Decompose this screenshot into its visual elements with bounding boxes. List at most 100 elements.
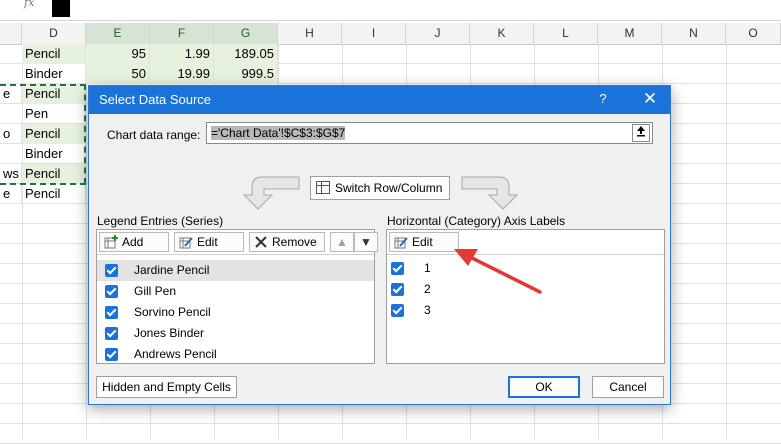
cell-d[interactable]: Pen: [22, 104, 86, 124]
series-checkbox[interactable]: [105, 348, 118, 361]
chart-data-range-label: Chart data range:: [107, 128, 201, 142]
column-header-m[interactable]: M: [598, 23, 662, 44]
edit-icon: [179, 237, 193, 249]
series-checkbox[interactable]: [105, 327, 118, 340]
edit-axis-labels-label: Edit: [412, 235, 433, 249]
series-item[interactable]: Gill Pen: [97, 281, 374, 302]
edit-series-label: Edit: [197, 235, 218, 249]
series-label: Jones Binder: [134, 326, 205, 340]
cell-d[interactable]: Binder: [22, 64, 86, 84]
cell-d[interactable]: Binder: [22, 144, 86, 164]
series-checkbox[interactable]: [105, 306, 118, 319]
category-checkbox[interactable]: [391, 304, 404, 317]
move-up-icon: ▲: [336, 235, 348, 249]
move-down-icon: ▼: [360, 235, 372, 249]
category-checkbox[interactable]: [391, 262, 404, 275]
cell-d[interactable]: Pencil: [22, 184, 86, 204]
edit-series-button[interactable]: Edit: [174, 232, 244, 252]
switch-row-column-button[interactable]: Switch Row/Column: [310, 176, 450, 200]
chart-data-range-value: ='Chart Data'!$C$3:$G$7: [211, 126, 346, 140]
legend-entries-label: Legend Entries (Series): [97, 214, 224, 228]
cell-d[interactable]: Pencil: [22, 84, 86, 104]
column-header-k[interactable]: K: [470, 23, 534, 44]
legend-entries-panel: Add Edit Remove ▲ ▼ Jardine Pencil Gill …: [96, 229, 378, 365]
hidden-empty-cells-button[interactable]: Hidden and Empty Cells: [96, 376, 237, 398]
axis-toolbar: Edit: [387, 230, 664, 255]
column-header-l[interactable]: L: [534, 23, 598, 44]
cell-c-fragment[interactable]: e: [0, 84, 22, 104]
column-header-g[interactable]: G: [214, 23, 278, 44]
table-row: Pencil 95 1.99 189.05: [0, 44, 781, 64]
help-button[interactable]: ?: [593, 89, 613, 109]
copy-selection-border: [84, 84, 86, 184]
series-item[interactable]: Sorvino Pencil: [97, 302, 374, 323]
category-label: 2: [424, 282, 431, 296]
series-item[interactable]: Jones Binder: [97, 323, 374, 344]
column-header-d[interactable]: D: [22, 23, 86, 44]
name-box-fragment: [52, 0, 70, 17]
category-checkbox[interactable]: [391, 283, 404, 296]
cell-c-fragment[interactable]: e: [0, 184, 22, 204]
column-headers: D E F G H I J K L M N O: [0, 23, 781, 45]
column-header-e[interactable]: E: [86, 23, 150, 44]
left-curved-arrow-icon: [242, 176, 300, 210]
cancel-button[interactable]: Cancel: [592, 376, 664, 398]
copy-selection-border: [0, 84, 86, 86]
ok-label: OK: [535, 380, 553, 394]
series-label: Sorvino Pencil: [134, 305, 211, 319]
dialog-titlebar[interactable]: Select Data Source ? ✕: [89, 86, 670, 114]
category-item[interactable]: 3: [387, 300, 664, 321]
add-series-label: Add: [122, 235, 144, 249]
edit-axis-labels-button[interactable]: Edit: [389, 232, 459, 252]
cell-c-fragment[interactable]: o: [0, 124, 22, 144]
switch-row-column-label: Switch Row/Column: [335, 181, 443, 195]
cell-g[interactable]: 189.05: [214, 44, 278, 64]
category-label: 1: [424, 261, 431, 275]
category-item[interactable]: 2: [387, 279, 664, 300]
add-series-button[interactable]: Add: [99, 232, 169, 252]
remove-icon: [255, 236, 267, 248]
move-down-button[interactable]: ▼: [354, 232, 378, 252]
collapse-arrow-icon: [637, 126, 645, 137]
axis-labels-panel: Edit 1 2 3: [386, 229, 665, 364]
column-header-i[interactable]: I: [342, 23, 406, 44]
series-label: Gill Pen: [134, 284, 177, 298]
copy-selection-border: [0, 183, 86, 185]
dialog-title: Select Data Source: [99, 92, 212, 107]
cell-f[interactable]: 19.99: [150, 64, 214, 84]
table-row: [0, 424, 781, 444]
series-checkbox[interactable]: [105, 264, 118, 277]
collapse-dialog-button[interactable]: [632, 124, 650, 142]
series-checkbox[interactable]: [105, 285, 118, 298]
cell-e[interactable]: 95: [86, 44, 150, 64]
axis-labels-label: Horizontal (Category) Axis Labels: [387, 214, 566, 228]
column-header-prev[interactable]: [0, 23, 22, 44]
remove-series-label: Remove: [272, 235, 317, 249]
formula-bar: fx: [0, 0, 781, 21]
ok-button[interactable]: OK: [508, 376, 580, 398]
category-label: 3: [424, 303, 431, 317]
column-header-h[interactable]: H: [278, 23, 342, 44]
cancel-label: Cancel: [609, 380, 647, 394]
series-item[interactable]: Jardine Pencil: [97, 260, 374, 281]
cell-d[interactable]: Pencil: [22, 44, 86, 64]
series-item[interactable]: Andrews Pencil: [97, 344, 374, 365]
column-header-n[interactable]: N: [662, 23, 726, 44]
column-header-f[interactable]: F: [150, 23, 214, 44]
cell-d[interactable]: Pencil: [22, 124, 86, 144]
remove-series-button[interactable]: Remove: [249, 232, 325, 252]
cell-f[interactable]: 1.99: [150, 44, 214, 64]
fx-icon: fx: [24, 0, 35, 9]
cell-d[interactable]: Pencil: [22, 164, 86, 184]
category-item[interactable]: 1: [387, 258, 664, 279]
move-up-button[interactable]: ▲: [330, 232, 354, 252]
chart-data-range-input[interactable]: ='Chart Data'!$C$3:$G$7: [206, 122, 653, 144]
column-header-j[interactable]: J: [406, 23, 470, 44]
column-header-o[interactable]: O: [726, 23, 781, 44]
cell-c-fragment[interactable]: ws: [0, 164, 22, 184]
close-button[interactable]: ✕: [639, 89, 661, 109]
cell-g[interactable]: 999.5: [214, 64, 278, 84]
legend-toolbar: Add Edit Remove ▲ ▼: [97, 230, 378, 255]
cell-e[interactable]: 50: [86, 64, 150, 84]
hidden-empty-cells-label: Hidden and Empty Cells: [102, 380, 231, 394]
